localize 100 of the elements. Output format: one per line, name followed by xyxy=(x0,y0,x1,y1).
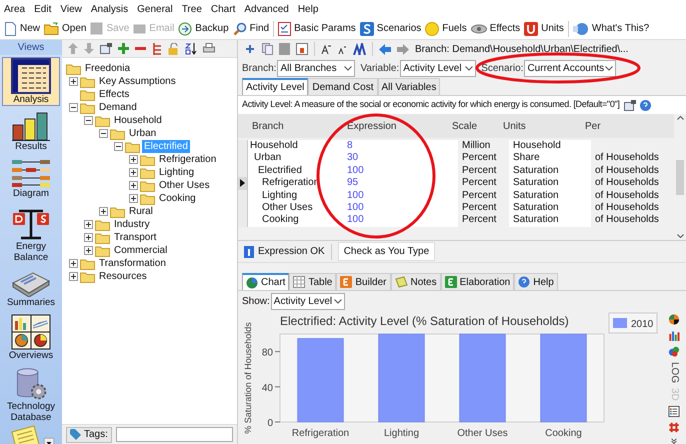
clipboard-icon[interactable] xyxy=(279,43,290,55)
expand-toggle-icon[interactable] xyxy=(84,220,93,229)
branch-node[interactable]: Freedonia xyxy=(83,61,132,76)
toolbar-button[interactable]: Scenarios xyxy=(360,21,422,36)
expand-toggle-icon[interactable] xyxy=(84,233,93,242)
table-cell[interactable]: 30 xyxy=(333,152,458,165)
expand-toggle-icon[interactable] xyxy=(129,181,138,190)
sort-icon[interactable] xyxy=(185,42,197,54)
toolbar-button[interactable]: Find xyxy=(232,21,270,36)
tab[interactable]: Table xyxy=(289,273,336,290)
bubbles-icon[interactable] xyxy=(667,346,681,357)
branch-node[interactable]: Transformation xyxy=(97,257,168,270)
import-icon[interactable] xyxy=(296,43,308,55)
branch-node[interactable]: Cooking xyxy=(157,192,198,205)
branch-node[interactable]: Resources xyxy=(97,270,149,283)
column-header[interactable]: Expression xyxy=(323,118,448,134)
toolbar-button[interactable]: Backup xyxy=(178,21,229,36)
expand-toggle-icon[interactable] xyxy=(69,77,78,86)
bar-chart-icon[interactable] xyxy=(667,330,681,341)
collapse-toggle-icon[interactable] xyxy=(99,129,108,138)
hash-icon[interactable] xyxy=(667,422,681,433)
font-larger-icon[interactable] xyxy=(321,44,331,54)
dropdown[interactable]: Activity Level xyxy=(270,292,345,310)
tab[interactable]: Demand Cost xyxy=(308,78,378,95)
view-button[interactable]: Diagram xyxy=(2,157,60,200)
toolbar-button[interactable]: What's This? xyxy=(572,21,650,36)
tab[interactable]: Notes xyxy=(390,273,441,290)
toolbar-button[interactable]: Open xyxy=(44,21,86,36)
view-button[interactable]: Energy Balance xyxy=(2,204,60,264)
expand-toggle-icon[interactable] xyxy=(69,272,78,281)
double-chevron-icon[interactable] xyxy=(670,438,678,444)
toolbar-button[interactable]: Effects xyxy=(470,21,520,36)
branch-node[interactable]: Transport xyxy=(112,231,158,244)
tab[interactable]: Activity Level xyxy=(242,78,308,95)
toolbar-button[interactable]: New xyxy=(4,21,40,36)
branch-node[interactable]: Rural xyxy=(127,205,155,218)
table-cell[interactable]: 100 xyxy=(333,164,458,178)
menu-item[interactable]: General xyxy=(137,2,173,16)
view-button[interactable]: Summaries xyxy=(2,268,60,309)
dropdown[interactable]: Activity Level xyxy=(400,60,476,76)
view-button[interactable]: Results xyxy=(2,110,60,153)
scroll-thumb[interactable] xyxy=(676,160,684,194)
menu-item[interactable]: Chart xyxy=(210,2,236,16)
expand-toggle-icon[interactable] xyxy=(99,207,108,216)
branch-node[interactable]: Key Assumptions xyxy=(97,75,178,88)
menu-item[interactable]: Analysis xyxy=(90,2,128,16)
view-button[interactable]: Analysis xyxy=(2,57,60,106)
menu-item[interactable]: Tree xyxy=(182,2,202,16)
table-cell[interactable]: 8 xyxy=(333,140,458,152)
branch-node[interactable]: Industry xyxy=(112,218,152,231)
branch-node[interactable]: Commercial xyxy=(112,244,170,257)
view-button[interactable]: Technology Database xyxy=(2,366,60,424)
toggle-label[interactable]: LOG xyxy=(668,362,680,384)
table-cell[interactable]: 95 xyxy=(333,177,458,190)
tab[interactable]: Builder xyxy=(336,273,390,290)
branch-node[interactable]: Urban xyxy=(127,127,158,140)
toolbar-button[interactable]: Basic Params xyxy=(278,21,356,36)
row-indicator[interactable] xyxy=(238,177,248,190)
column-header[interactable]: Branch xyxy=(238,118,323,134)
expand-toggle-icon[interactable] xyxy=(129,168,138,177)
tab[interactable]: Chart xyxy=(242,273,290,290)
menu-item[interactable]: View xyxy=(60,2,82,16)
collapse-toggle-icon[interactable] xyxy=(84,116,93,125)
menu-item[interactable]: Area xyxy=(4,2,26,16)
menu-item[interactable]: Advanced xyxy=(244,2,289,16)
text-icon[interactable] xyxy=(353,43,366,55)
collapse-toggle-icon[interactable] xyxy=(114,142,123,151)
branch-node[interactable]: Demand xyxy=(97,101,139,114)
menu-item[interactable]: Help xyxy=(298,2,318,16)
expand-toggle-icon[interactable] xyxy=(84,246,93,255)
properties-icon[interactable] xyxy=(100,43,112,54)
check-as-you-type-button[interactable]: Check as You Type xyxy=(338,242,436,261)
branch-node[interactable]: Other Uses xyxy=(157,179,212,192)
tags-button[interactable]: Tags: xyxy=(66,426,112,442)
column-header[interactable]: Units xyxy=(499,118,581,134)
scrollbar[interactable] xyxy=(674,114,686,240)
scroll-up-icon[interactable] xyxy=(676,116,684,120)
branch-node[interactable]: Effects xyxy=(97,88,132,101)
collapse-toggle-icon[interactable] xyxy=(69,103,78,112)
toolbar-button[interactable]: Units xyxy=(524,21,564,36)
tab[interactable]: Help xyxy=(514,273,558,290)
printer-icon[interactable] xyxy=(203,43,215,54)
expand-toggle-icon[interactable] xyxy=(129,155,138,164)
properties-icon[interactable] xyxy=(624,100,636,110)
pie-chart-icon[interactable] xyxy=(667,314,681,325)
legend-icon[interactable] xyxy=(667,406,681,417)
tab[interactable]: Elaboration xyxy=(440,273,514,290)
tags-field[interactable] xyxy=(116,427,233,442)
plus-icon[interactable] xyxy=(118,43,129,54)
tab[interactable]: All Variables xyxy=(378,78,440,95)
tree-structure-icon[interactable] xyxy=(152,42,162,54)
view-button[interactable]: Overviews xyxy=(2,313,60,362)
copy-icon[interactable] xyxy=(262,43,273,55)
branch-node[interactable]: Lighting xyxy=(157,166,196,179)
dropdown[interactable]: All Branches xyxy=(277,60,356,76)
padlock-icon[interactable] xyxy=(168,42,179,54)
dropdown[interactable]: Current Accounts xyxy=(524,60,616,76)
expand-toggle-icon[interactable] xyxy=(129,194,138,203)
scroll-down-icon[interactable] xyxy=(676,234,684,238)
branch-node[interactable]: Refrigeration xyxy=(157,153,218,166)
